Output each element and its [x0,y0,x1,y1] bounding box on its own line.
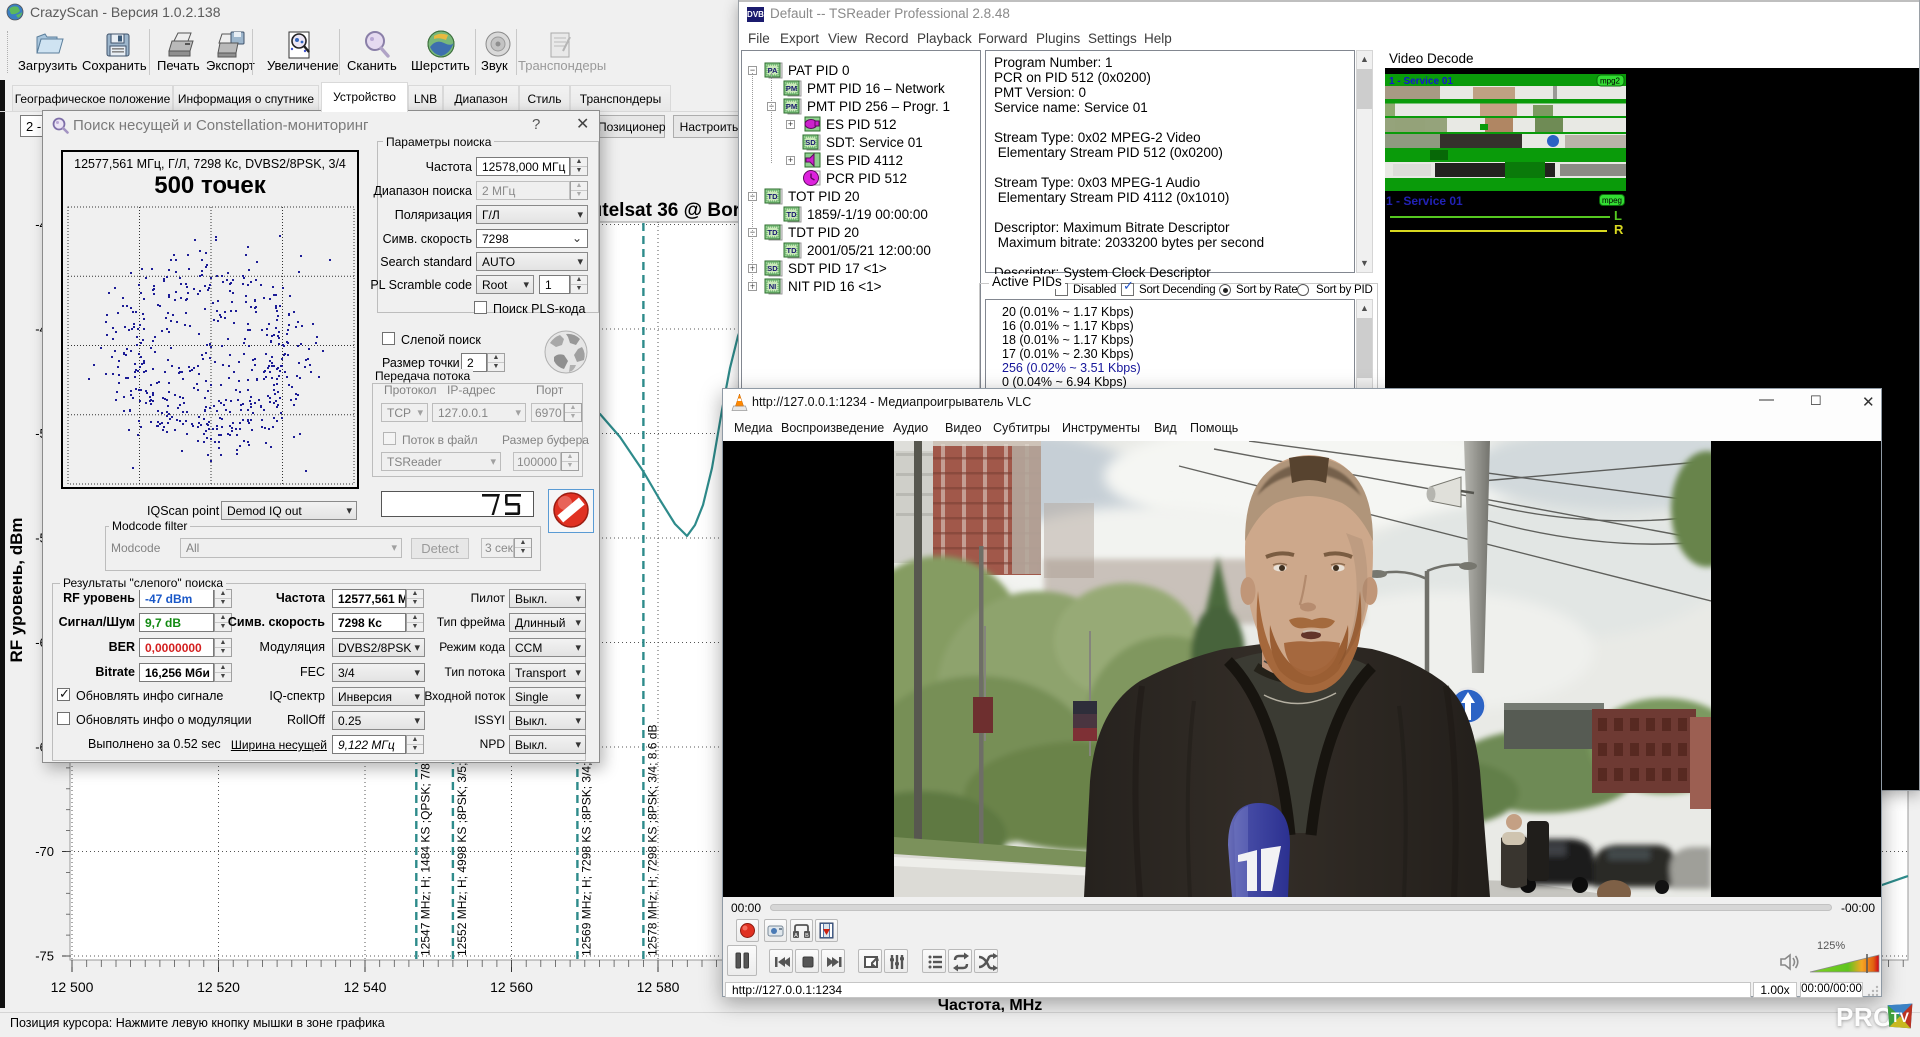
svg-text:PA: PA [768,66,778,75]
svg-text:RF уровень, dBm: RF уровень, dBm [7,517,26,662]
svg-text:12 520: 12 520 [197,979,240,995]
svg-text:-75: -75 [35,949,54,964]
svg-text:TD: TD [787,210,798,219]
svg-text:mpg2: mpg2 [1600,77,1621,86]
svg-text:SD: SD [805,138,816,147]
svg-text:TD: TD [787,246,798,255]
svg-text:TD: TD [768,192,779,201]
svg-text:PM: PM [786,84,797,93]
svg-text:12 540: 12 540 [344,979,387,995]
svg-text:B: B [805,933,809,939]
svg-text:12578 MHz; H; 7298 KS ;8PSK; 3: 12578 MHz; H; 7298 KS ;8PSK; 3/4; 8.6 dB [645,725,659,956]
svg-text:TV: TV [1891,1009,1910,1025]
svg-text:A: A [794,933,798,939]
svg-text:-70: -70 [35,844,54,859]
svg-text:SD: SD [767,264,778,273]
svg-text:12 500: 12 500 [51,979,94,995]
svg-text:12 560: 12 560 [490,979,533,995]
svg-text:1 - Service 01: 1 - Service 01 [1389,76,1453,87]
svg-text:TD: TD [768,228,779,237]
svg-text:Eutelsat 36 @ Bor: Eutelsat 36 @ Bor [578,200,741,221]
svg-text:12 580: 12 580 [637,979,680,995]
svg-text:NI: NI [769,282,777,291]
svg-text:PM: PM [786,102,797,111]
